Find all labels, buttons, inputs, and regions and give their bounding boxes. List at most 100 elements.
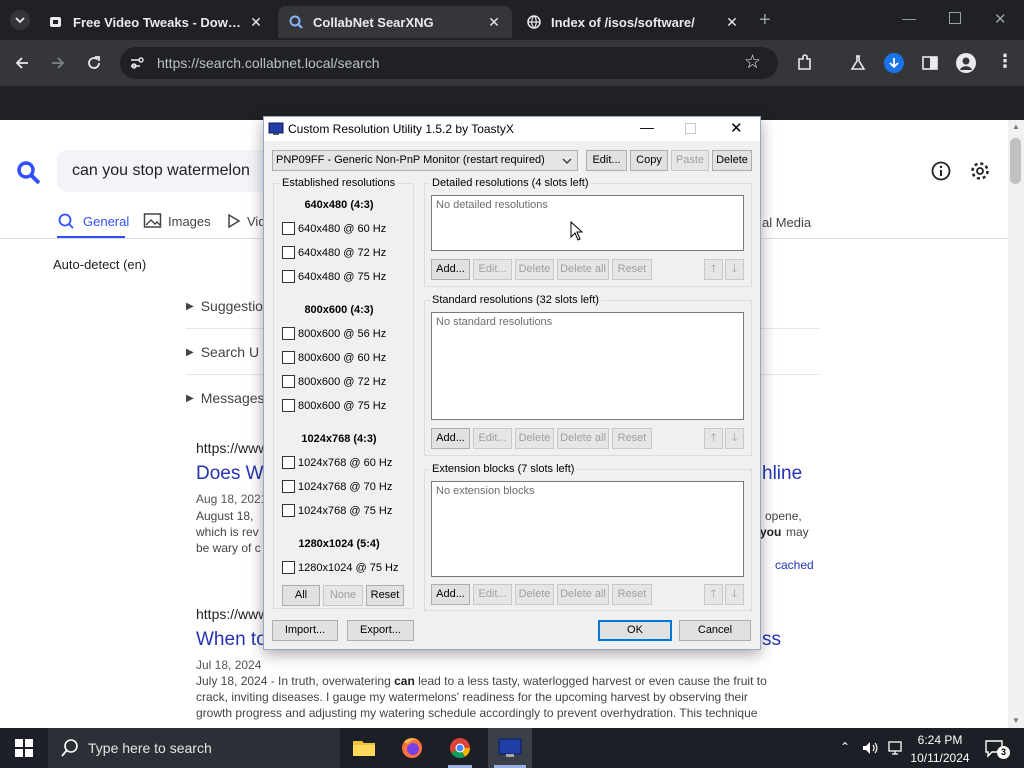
scroll-up-icon[interactable]: ▲: [1012, 122, 1020, 131]
cancel-button[interactable]: Cancel: [679, 620, 751, 641]
volume-icon[interactable]: [861, 740, 879, 756]
close-tab-icon[interactable]: ✕: [724, 14, 740, 30]
browser-tab-1[interactable]: Free Video Tweaks - Download ✕: [38, 6, 274, 38]
tab-videos[interactable]: Vid: [226, 212, 266, 230]
checkbox-box[interactable]: [282, 351, 295, 364]
extension-add-button[interactable]: Add...: [431, 584, 470, 605]
checkbox-box[interactable]: [282, 246, 295, 259]
established-all-button[interactable]: All: [282, 585, 320, 606]
browser-tab-3[interactable]: Index of /isos/software/ ✕: [516, 6, 750, 38]
monitor-delete-button[interactable]: Delete: [712, 150, 752, 171]
checkbox-box[interactable]: [282, 480, 295, 493]
resolution-checkbox[interactable]: 800x600 @ 75 Hz: [282, 399, 386, 412]
result-title[interactable]: When to: [196, 629, 267, 651]
resolution-checkbox[interactable]: 1024x768 @ 75 Hz: [282, 504, 392, 517]
resolution-checkbox[interactable]: 640x480 @ 60 Hz: [282, 222, 386, 235]
resolution-checkbox[interactable]: 800x600 @ 72 Hz: [282, 375, 386, 388]
checkbox-box[interactable]: [282, 561, 295, 574]
tab-general[interactable]: General: [57, 212, 129, 230]
extension-blocks-label: Extension blocks (7 slots left): [430, 463, 577, 475]
close-tab-icon[interactable]: ✕: [248, 14, 264, 30]
checkbox-box[interactable]: [282, 504, 295, 517]
tray-time[interactable]: 6:24 PM: [910, 733, 970, 747]
close-window-icon[interactable]: ✕: [994, 10, 1008, 30]
standard-resolutions-list[interactable]: No standard resolutions: [431, 312, 744, 420]
file-explorer-taskbar-button[interactable]: [344, 728, 384, 768]
restore-window-icon[interactable]: [949, 12, 961, 24]
suggestions-toggle[interactable]: ▶ Suggestio: [186, 298, 263, 314]
resolution-checkbox[interactable]: 640x480 @ 75 Hz: [282, 270, 386, 283]
tab-images[interactable]: Images: [143, 212, 211, 230]
download-extension-icon[interactable]: [884, 53, 904, 73]
bookmark-star-icon[interactable]: ☆: [744, 51, 761, 74]
url-text[interactable]: https://search.collabnet.local/search: [157, 54, 380, 72]
monitor-copy-button[interactable]: Copy: [630, 150, 668, 171]
site-info-icon[interactable]: [128, 54, 146, 72]
close-tab-icon[interactable]: ✕: [486, 14, 502, 30]
standard-add-button[interactable]: Add...: [431, 428, 470, 449]
result-title-tail[interactable]: ss: [762, 629, 781, 651]
cached-link[interactable]: cached: [775, 558, 814, 572]
triangle-right-icon: ▶: [186, 392, 194, 404]
resolution-checkbox[interactable]: 640x480 @ 72 Hz: [282, 246, 386, 259]
cru-taskbar-button[interactable]: [488, 728, 532, 768]
import-button[interactable]: Import...: [272, 620, 338, 641]
resolution-group-header: 1280x1024 (5:4): [298, 538, 380, 550]
windows-start-icon[interactable]: [15, 739, 33, 757]
searxng-logo-icon[interactable]: [16, 160, 42, 186]
chrome-taskbar-button[interactable]: [440, 728, 480, 768]
tray-chevron-up-icon[interactable]: ⌃: [840, 740, 850, 754]
checkbox-box[interactable]: [282, 399, 295, 412]
result-url[interactable]: https://www: [196, 440, 268, 456]
tray-date[interactable]: 10/11/2024: [904, 751, 976, 765]
settings-gear-icon[interactable]: [969, 160, 991, 182]
ok-button[interactable]: OK: [598, 620, 672, 641]
export-button[interactable]: Export...: [347, 620, 414, 641]
search-url-toggle[interactable]: ▶ Search U: [186, 344, 259, 360]
monitor-select[interactable]: PNP09FF - Generic Non-PnP Monitor (resta…: [272, 150, 578, 171]
monitor-edit-button[interactable]: Edit...: [586, 150, 627, 171]
resolution-checkbox[interactable]: 1280x1024 @ 75 Hz: [282, 561, 398, 574]
resolution-checkbox[interactable]: 1024x768 @ 70 Hz: [282, 480, 392, 493]
dialog-close-icon[interactable]: ✕: [730, 119, 743, 137]
dialog-minimize-icon[interactable]: —: [640, 119, 654, 135]
detailed-resolutions-list[interactable]: No detailed resolutions: [431, 195, 744, 251]
result-date: Aug 18, 2021: [196, 492, 268, 506]
firefox-taskbar-button[interactable]: [392, 728, 432, 768]
result-title-tail[interactable]: hline: [762, 463, 802, 485]
result-url[interactable]: https://www: [196, 606, 268, 622]
back-arrow-icon[interactable]: [12, 53, 32, 73]
extension-blocks-list[interactable]: No extension blocks: [431, 481, 744, 577]
profile-avatar-icon[interactable]: [956, 53, 976, 73]
forward-arrow-icon[interactable]: [48, 53, 68, 73]
extensions-icon[interactable]: [795, 53, 815, 73]
checkbox-box[interactable]: [282, 375, 295, 388]
checkbox-box[interactable]: [282, 456, 295, 469]
tab-search-button[interactable]: [10, 10, 30, 30]
checkbox-box[interactable]: [282, 327, 295, 340]
labs-flask-icon[interactable]: [848, 53, 868, 73]
resolution-checkbox[interactable]: 800x600 @ 60 Hz: [282, 351, 386, 364]
info-icon[interactable]: [930, 160, 952, 182]
language-selector[interactable]: Auto-detect (en): [53, 257, 146, 272]
tab-social-media[interactable]: al Media: [762, 215, 811, 230]
messages-toggle[interactable]: ▶ Messages: [186, 390, 265, 406]
resolution-checkbox[interactable]: 800x600 @ 56 Hz: [282, 327, 386, 340]
scroll-down-icon[interactable]: ▼: [1012, 716, 1020, 725]
page-scrollbar[interactable]: [1008, 120, 1024, 728]
resolution-checkbox[interactable]: 1024x768 @ 60 Hz: [282, 456, 392, 469]
established-reset-button[interactable]: Reset: [366, 585, 404, 606]
network-icon[interactable]: [886, 740, 904, 756]
result-title[interactable]: Does W: [196, 463, 264, 485]
checkbox-box[interactable]: [282, 222, 295, 235]
scrollbar-thumb[interactable]: [1010, 138, 1021, 184]
browser-menu-icon[interactable]: ⋮: [996, 51, 1014, 72]
browser-tab-2[interactable]: CollabNet SearXNG ✕: [278, 6, 512, 38]
detailed-add-button[interactable]: Add...: [431, 259, 470, 280]
new-tab-icon[interactable]: +: [759, 10, 777, 30]
minimize-window-icon[interactable]: —: [902, 10, 916, 30]
checkbox-box[interactable]: [282, 270, 295, 283]
reload-icon[interactable]: [84, 53, 104, 73]
side-panel-icon[interactable]: [920, 53, 940, 73]
detailed-edit-button: Edit...: [473, 259, 512, 280]
